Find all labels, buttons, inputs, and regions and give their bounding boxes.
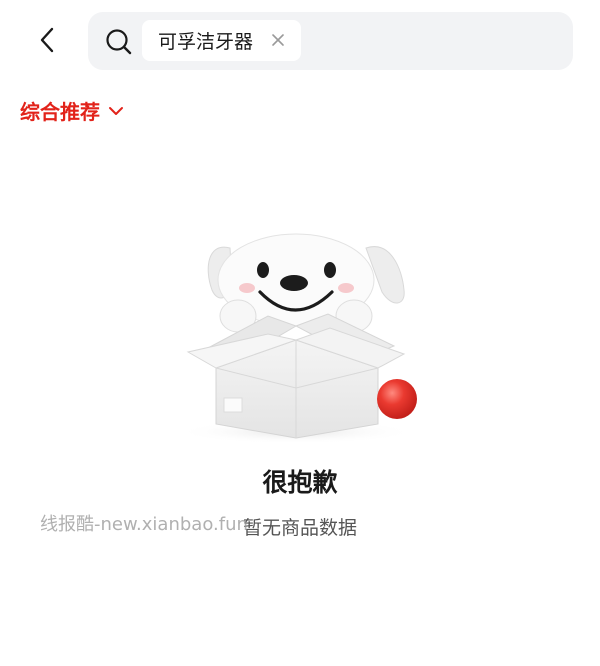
search-bar[interactable]: 可孚洁牙器 [88, 12, 573, 70]
search-icon [106, 29, 132, 55]
sort-label: 综合推荐 [20, 99, 100, 124]
back-button[interactable] [30, 22, 66, 58]
chevron-down-icon [109, 107, 123, 115]
search-query-text: 可孚洁牙器 [158, 31, 254, 53]
sort-dropdown[interactable]: 综合推荐 [20, 96, 124, 124]
chevron-left-icon [40, 27, 54, 53]
search-query-chip[interactable]: 可孚洁牙器 [142, 20, 301, 61]
empty-state-title: 很抱歉 [262, 468, 338, 497]
watermark: 线报酷-new.xianbao.fun [40, 514, 248, 535]
dog-in-box-illustration [176, 233, 417, 444]
close-icon[interactable] [269, 31, 287, 49]
